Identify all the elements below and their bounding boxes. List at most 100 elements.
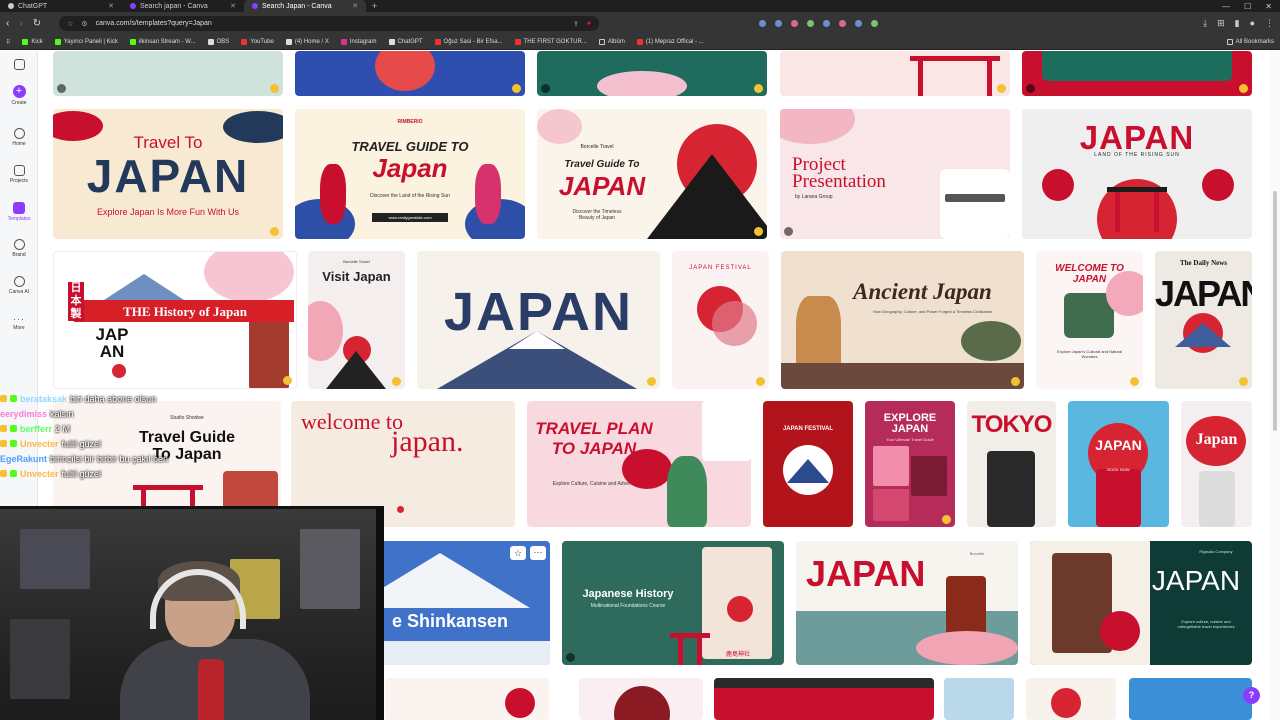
- extension-icon[interactable]: [775, 20, 783, 27]
- tab-search-japan-active[interactable]: Search Japan - Canva ✕: [244, 0, 366, 12]
- template-card[interactable]: [385, 678, 549, 720]
- template-card[interactable]: [944, 678, 1014, 720]
- extension-icon[interactable]: [791, 20, 799, 27]
- extension-icon[interactable]: [807, 20, 815, 27]
- minimize-icon[interactable]: —: [1222, 2, 1230, 11]
- template-project-presentation[interactable]: Project Presentation by Larana Group: [780, 109, 1010, 239]
- template-card[interactable]: [780, 51, 1010, 96]
- template-explore-japan[interactable]: EXPLORE JAPAN Your Ultimate Travel Guide: [865, 401, 955, 527]
- scrollbar-thumb[interactable]: [1273, 191, 1277, 431]
- close-tab-icon[interactable]: ✕: [230, 2, 236, 10]
- tab-chatgpt[interactable]: ChatGPT ✕: [0, 0, 122, 12]
- template-travel-guide-borcelle[interactable]: Borcelle Travel Travel Guide To JAPAN Di…: [537, 109, 767, 239]
- template-card[interactable]: [1129, 678, 1252, 720]
- template-card[interactable]: [579, 678, 703, 720]
- extension-icon[interactable]: [871, 20, 879, 27]
- extension-icon[interactable]: [759, 20, 767, 27]
- profile-icon[interactable]: ●: [1250, 18, 1255, 29]
- bookmark-star-icon[interactable]: ☆: [67, 20, 73, 28]
- template-card[interactable]: [1022, 51, 1252, 96]
- new-tab-icon[interactable]: +: [366, 1, 383, 11]
- more-options-icon[interactable]: ···: [530, 546, 546, 560]
- template-japan-pink[interactable]: Japan: [1181, 401, 1252, 527]
- extension-icon[interactable]: [855, 20, 863, 27]
- extension-icon[interactable]: [823, 20, 831, 27]
- url-text[interactable]: canva.com/s/templates?query=Japan: [96, 20, 565, 27]
- downloads-icon[interactable]: ⤓: [1203, 18, 1207, 29]
- bookmark-x[interactable]: (4) Home / X: [285, 39, 329, 45]
- bookmark-oguz[interactable]: Oğuz Sasi - Bir Efsa...: [434, 39, 503, 45]
- crown-icon: [270, 84, 279, 93]
- template-card[interactable]: [1026, 678, 1116, 720]
- star-icon[interactable]: ☆: [510, 546, 526, 560]
- bookmark-obs[interactable]: OBS: [207, 39, 229, 45]
- bookmark-ilkinsan[interactable]: ilkinsan Stream - W...: [129, 39, 196, 45]
- reload-icon[interactable]: ↻: [33, 18, 41, 29]
- bookmark-mepraz[interactable]: (1) Mepraz Offical - ...: [636, 39, 704, 45]
- mountain-illustration: [787, 459, 829, 483]
- site-info-icon[interactable]: ⚙: [81, 20, 87, 28]
- bookmark-kick[interactable]: Kick: [22, 39, 43, 45]
- bookmark-kick-panel[interactable]: Yayıncı Paneli | Kick: [54, 39, 118, 45]
- sidebar-item-home[interactable]: Home: [0, 128, 38, 147]
- extension-icon[interactable]: [839, 20, 847, 27]
- sidebar-item-projects[interactable]: Projects: [0, 165, 38, 184]
- address-bar[interactable]: ☆ ⚙ canva.com/s/templates?query=Japan ⇪ …: [59, 16, 600, 31]
- obs-icon: [207, 39, 214, 45]
- template-japan-red[interactable]: JAPAN LAND OF THE RISING SUN: [1022, 109, 1252, 239]
- youtube-icon: [514, 39, 521, 45]
- template-japan-pagoda[interactable]: Borcelle JAPAN: [796, 541, 1018, 665]
- template-card[interactable]: [53, 51, 283, 96]
- template-card[interactable]: [295, 51, 525, 96]
- sidebar-item-brand[interactable]: Brand: [0, 239, 38, 258]
- bookmark-album[interactable]: Albüm: [598, 39, 625, 45]
- bookmark-chatgpt[interactable]: ChatGPT: [388, 39, 423, 45]
- template-welcome-to-japan[interactable]: WELCOME TO JAPAN Explore Japan's Cultura…: [1036, 251, 1143, 389]
- apps-icon[interactable]: ⠿: [6, 39, 10, 46]
- bookmark-instagram[interactable]: Instagram: [340, 39, 377, 45]
- template-tokyo[interactable]: TOKYO: [967, 401, 1056, 527]
- play-icon: [784, 227, 793, 236]
- sidepanel-icon[interactable]: ▮: [1235, 18, 1240, 29]
- extension-badge-icon[interactable]: ●: [587, 20, 591, 27]
- template-history-of-japan[interactable]: THE History of Japan 日本製 JAPAN: [53, 251, 297, 389]
- blossom-illustration: [712, 301, 757, 346]
- template-travel-guide-japan[interactable]: RIMBERIO TRAVEL GUIDE TO Japan Discover …: [295, 109, 525, 239]
- template-travel-plan[interactable]: TRAVEL PLAN TO JAPAN Explore Culture, Cu…: [527, 401, 751, 527]
- sidebar-item-create[interactable]: + Create: [0, 85, 38, 106]
- figure-illustration: [375, 51, 435, 91]
- close-tab-icon[interactable]: ✕: [352, 2, 358, 10]
- template-travel-to-japan[interactable]: Travel To JAPAN Explore Japan Is More Fu…: [53, 109, 283, 239]
- forward-icon[interactable]: ›: [19, 18, 22, 29]
- tab-search-icon[interactable]: ⊞: [1217, 18, 1225, 29]
- template-japan-festival[interactable]: JAPAN FESTIVAL: [672, 251, 769, 389]
- page-scrollbar[interactable]: [1270, 51, 1280, 720]
- template-japanese-history[interactable]: Japanese History Multinational Foundatio…: [562, 541, 784, 665]
- template-card[interactable]: [714, 678, 934, 720]
- template-japan-festival-red[interactable]: JAPAN FESTIVAL: [763, 401, 853, 527]
- sidebar-item-more[interactable]: ··· More: [0, 315, 38, 332]
- template-japan-dark[interactable]: Rigaudo Company JAPAN Explore culture, c…: [1030, 541, 1252, 665]
- share-icon[interactable]: ⇪: [573, 20, 579, 28]
- template-ancient-japan[interactable]: Ancient Japan How Geography, Culture, an…: [781, 251, 1024, 389]
- x-icon: [285, 39, 292, 45]
- template-japan-mountain[interactable]: JAPAN: [417, 251, 660, 389]
- close-window-icon[interactable]: ✕: [1265, 2, 1272, 11]
- help-button[interactable]: ?: [1243, 687, 1260, 704]
- bookmark-gokturk[interactable]: THE FIRST GOKTUR...: [514, 39, 587, 45]
- template-visit-japan[interactable]: Borcelle Travel Visit Japan: [308, 251, 405, 389]
- template-subtitle: Explore Japan Is More Fun With Us: [96, 207, 240, 217]
- template-daily-news[interactable]: The Daily News JAPAN: [1155, 251, 1252, 389]
- template-card[interactable]: [537, 51, 767, 96]
- all-bookmarks[interactable]: All Bookmarks: [1226, 39, 1274, 45]
- tab-search-japan[interactable]: Search japan - Canva ✕: [122, 0, 244, 12]
- sidebar-toggle[interactable]: [0, 59, 38, 70]
- menu-icon[interactable]: ⋮: [1265, 18, 1274, 29]
- maximize-icon[interactable]: ☐: [1244, 2, 1251, 11]
- sidebar-item-templates[interactable]: Templates: [0, 202, 38, 222]
- back-icon[interactable]: ‹: [6, 18, 9, 29]
- bookmark-youtube[interactable]: YouTube: [241, 39, 274, 45]
- template-japan-pagoda-blue[interactable]: JAPAN BOOK NOW: [1068, 401, 1169, 527]
- close-tab-icon[interactable]: ✕: [108, 2, 114, 10]
- sidebar-item-canva-ai[interactable]: Canva AI: [0, 276, 38, 295]
